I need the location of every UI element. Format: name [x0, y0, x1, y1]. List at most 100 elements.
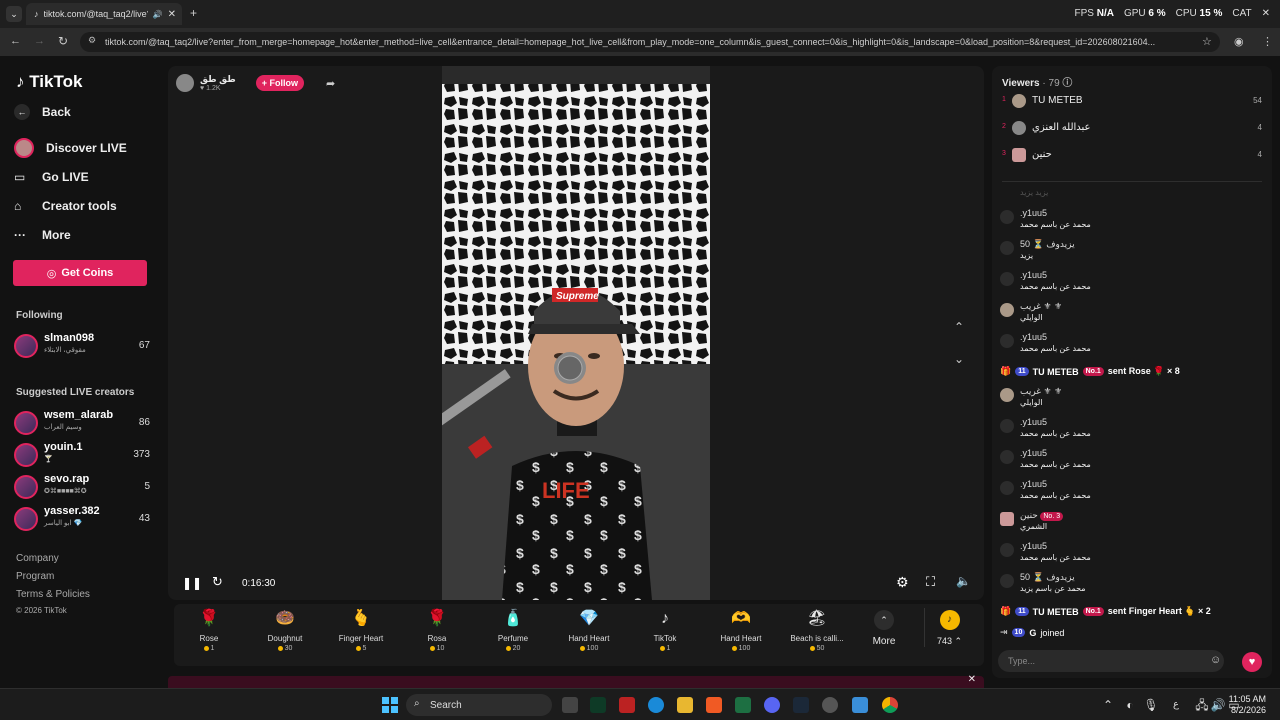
gift-item[interactable]: 🌹 Rosa 10 [402, 608, 472, 652]
tiktok-coin-icon: ♪ [939, 610, 960, 630]
suggested-creator[interactable]: wsem_alarab وسيم العراب 86 [14, 409, 150, 439]
file-explorer-icon[interactable] [677, 697, 693, 713]
gift-item[interactable]: 🫰 Finger Heart 5 [326, 608, 396, 652]
edge-icon[interactable] [648, 697, 664, 713]
gift-item[interactable]: 🌹 Rose 1 [174, 608, 244, 652]
tray-app-icon[interactable]: ◐ [1122, 697, 1138, 713]
gift-item[interactable]: 🫶 Hand Heart 100 [706, 608, 776, 652]
nav-discover-live[interactable]: Discover LIVE [14, 138, 127, 158]
bookmark-star-icon[interactable]: ☆ [1202, 35, 1212, 48]
forward-arrow-icon[interactable]: → [34, 35, 45, 47]
suggested-creator[interactable]: yasser.382 ابو الياسر 💎 43 [14, 505, 150, 535]
settings-app-icon[interactable] [822, 697, 838, 713]
suggested-heading: Suggested LIVE creators [16, 387, 135, 398]
app-red-icon[interactable] [619, 697, 635, 713]
terminal-app-icon[interactable] [590, 697, 606, 713]
photos-icon[interactable] [852, 697, 868, 713]
gift-item[interactable]: 🧴 Perfume 20 [478, 608, 548, 652]
speaker-icon[interactable]: 🔊 [1210, 697, 1226, 713]
host-info: طق طق ♥ 1.2K + Follow ➦ [176, 72, 335, 94]
suggested-creator[interactable]: youin.1 🍸 373 [14, 441, 150, 471]
microphone-icon[interactable]: 🎙 [1143, 697, 1159, 713]
chat-input[interactable]: Type... [998, 650, 1224, 672]
browser-tab-bar: ⌄ ♪ tiktok.com/@taq_taq2/live? 🔊 ✕ + FPS… [0, 0, 1280, 28]
rose-icon: 🌹 [199, 610, 219, 627]
pause-icon[interactable]: ❚❚ [182, 576, 202, 590]
reload-icon[interactable]: ↻ [58, 34, 68, 48]
follow-button[interactable]: + Follow [255, 75, 304, 91]
avatar [14, 507, 38, 531]
top-viewer[interactable]: 2 عبدالله العنزي 4 [1002, 121, 1262, 137]
cpu-value: 15 % [1199, 8, 1223, 19]
previous-live-chevron-up-icon[interactable]: ⌃ [954, 320, 964, 334]
browser-tab[interactable]: ♪ tiktok.com/@taq_taq2/live? 🔊 ✕ [26, 3, 182, 25]
discord-icon[interactable] [764, 697, 780, 713]
chevron-up-icon: ⌃ [874, 610, 894, 630]
fullscreen-icon[interactable]: ⛶ [926, 574, 935, 590]
new-tab-button[interactable]: + [190, 6, 197, 20]
quality-settings-icon[interactable]: ⚙ [896, 574, 909, 591]
more-gifts-button[interactable]: ⌃ More [860, 610, 908, 647]
get-coins-button[interactable]: ◎ Get Coins [13, 260, 147, 286]
brave-icon[interactable] [706, 697, 722, 713]
footer-company-link[interactable]: Company [16, 553, 59, 564]
host-likes: ♥ 1.2K [200, 85, 221, 92]
audio-icon[interactable]: 🔊 [153, 10, 163, 19]
gift-item[interactable]: 🍩 Doughnut 30 [250, 608, 320, 652]
gpu-value: 6 % [1148, 8, 1166, 19]
chrome-icon[interactable] [882, 697, 898, 713]
gift-item[interactable]: 🏖 Beach is calli... 50 [782, 608, 852, 652]
browser-menu-icon[interactable]: ⋮ [1262, 35, 1273, 48]
windows-start-icon[interactable] [382, 697, 398, 713]
footer-copyright: © 2026 TikTok [16, 606, 67, 615]
avatar [14, 443, 38, 467]
next-live-chevron-down-icon[interactable]: ⌄ [954, 352, 964, 366]
refresh-icon[interactable]: ↻ [212, 574, 223, 590]
info-icon[interactable]: ⓘ [1062, 78, 1072, 89]
suggested-creator[interactable]: sevo.rap ✪⌘■■■■⌘✪ 5 [14, 473, 150, 503]
footer-program-link[interactable]: Program [16, 571, 54, 582]
keyboard-language[interactable]: ع [1168, 697, 1184, 713]
top-viewer[interactable]: 3 حنين 4 [1002, 148, 1262, 164]
like-heart-icon[interactable]: ♥ [1242, 652, 1262, 672]
profile-icon[interactable]: ◉ [1234, 35, 1244, 48]
emoji-icon[interactable]: ☺ [1210, 654, 1221, 666]
live-video[interactable]: $ $ LIFE Supreme [442, 66, 710, 600]
nav-more[interactable]: ··· More [14, 228, 71, 242]
url-field[interactable]: tiktok.com/@taq_taq2/live?enter_from_mer… [80, 32, 1220, 52]
video-camera-icon: ▭ [14, 170, 26, 184]
task-view-icon[interactable] [562, 697, 578, 713]
tab-title: tiktok.com/@taq_taq2/live? [43, 9, 148, 19]
gift-bar: 🌹 Rose 1 🍩 Doughnut 30 🫰 Finger Heart 5 … [174, 604, 984, 666]
nav-creator-tools[interactable]: ⌂ Creator tools [14, 199, 117, 213]
volume-icon[interactable]: 🔈 [956, 574, 971, 588]
doughnut-icon: 🍩 [275, 610, 295, 627]
system-clock[interactable]: 11:05 AM 8/2/2026 [1229, 694, 1266, 716]
video-frame: $ $ LIFE Supreme [442, 66, 710, 600]
gift-item[interactable]: ♪ TikTok 1 [630, 608, 700, 652]
tray-chevron-up-icon[interactable]: ⌃ [1100, 697, 1116, 713]
network-icon[interactable]: 🖧 [1194, 697, 1210, 713]
share-icon[interactable]: ➦ [326, 77, 335, 90]
coin-balance-button[interactable]: ♪ 743 ⌃ [924, 608, 974, 647]
excel-icon[interactable] [735, 697, 751, 713]
following-creator[interactable]: slman098 مقوقي، الابتلاء 67 [14, 332, 150, 362]
tiktok-logo[interactable]: ♪ TikTok [16, 72, 82, 92]
back-arrow-icon[interactable]: ← [10, 35, 21, 47]
site-settings-icon[interactable]: ⚙ [88, 35, 96, 46]
live-video-panel: طق طق ♥ 1.2K + Follow ➦ LIFE Supreme ❚❚ … [168, 66, 984, 600]
footer-terms-link[interactable]: Terms & Policies [16, 589, 90, 600]
top-viewer[interactable]: 1 TU METEB 54 [1002, 94, 1262, 110]
clock-date: 8/2/2026 [1230, 705, 1266, 715]
tab-close-icon[interactable]: ✕ [168, 9, 182, 20]
nav-go-live[interactable]: ▭ Go LIVE [14, 170, 89, 184]
promo-close-icon[interactable]: ✕ [968, 674, 976, 685]
steam-icon[interactable] [793, 697, 809, 713]
window-close-icon[interactable]: ✕ [1262, 8, 1270, 19]
back-button[interactable]: ← Back [14, 104, 71, 120]
taskbar-search[interactable]: ⌕ Search [406, 694, 552, 716]
tab-list-button[interactable]: ⌄ [6, 6, 22, 22]
host-avatar[interactable] [176, 74, 194, 92]
coin-balance: 743 ⌃ [936, 636, 963, 646]
gift-item[interactable]: 💎 Hand Heart 100 [554, 608, 624, 652]
